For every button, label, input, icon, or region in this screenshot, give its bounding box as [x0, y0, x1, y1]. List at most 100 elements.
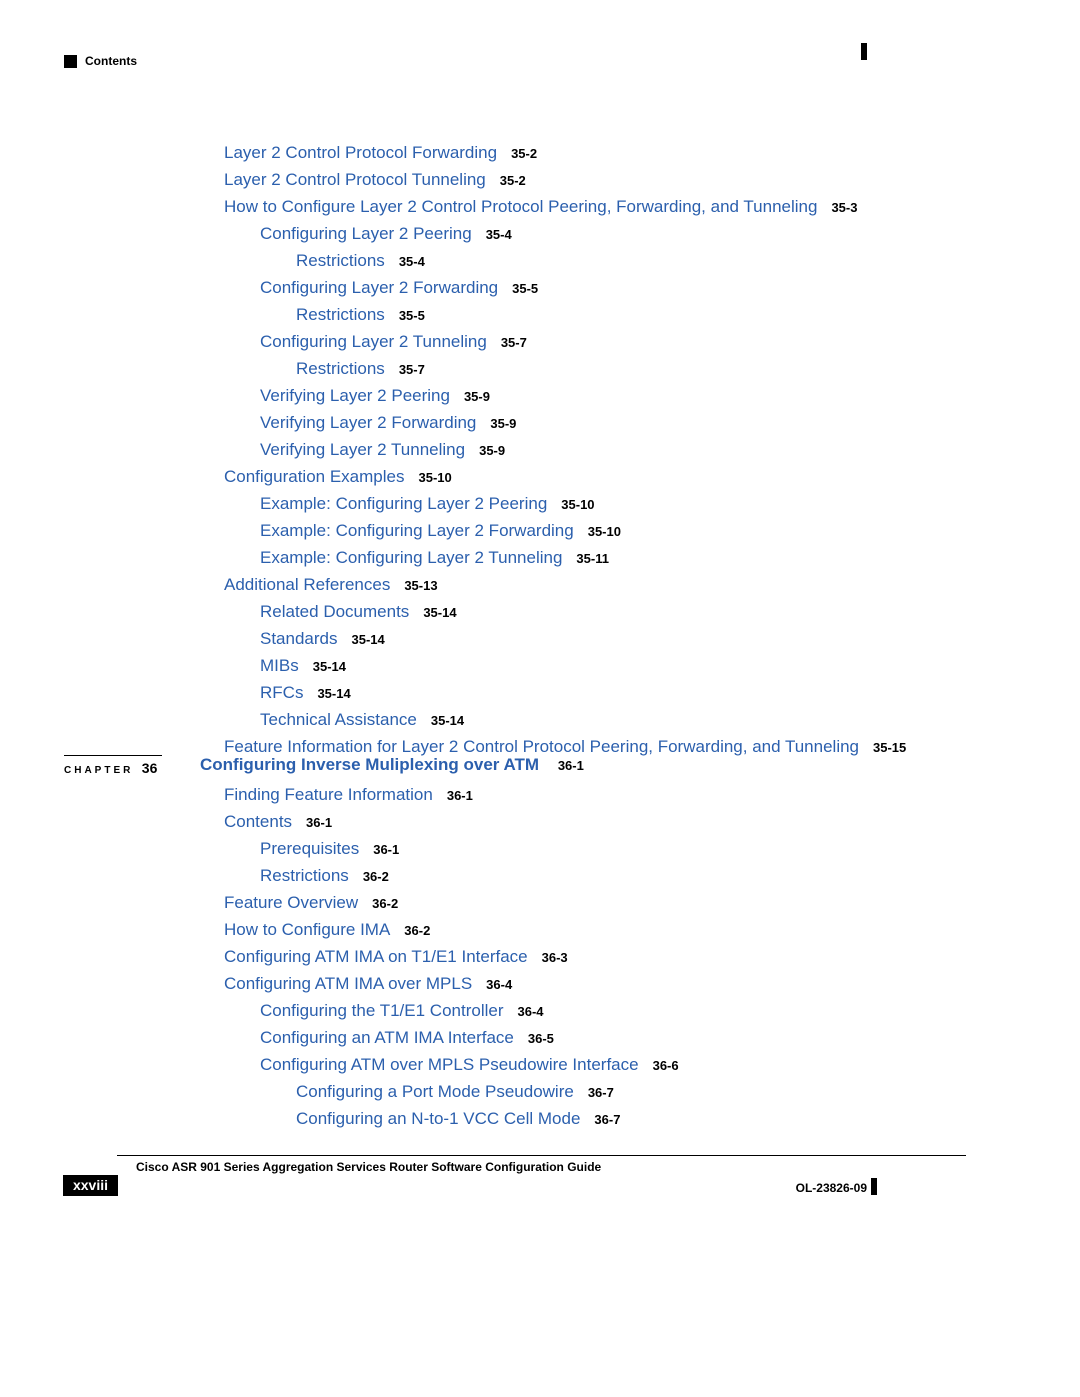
page: Contents Layer 2 Control Protocol Forwar…	[0, 0, 1080, 1397]
toc-link[interactable]: Example: Configuring Layer 2 Peering	[260, 494, 547, 513]
toc-link[interactable]: Standards	[260, 629, 338, 648]
toc-page-ref: 35-5	[512, 281, 538, 296]
toc-entry: Configuring ATM IMA on T1/E1 Interface36…	[224, 944, 984, 971]
toc-link[interactable]: Verifying Layer 2 Forwarding	[260, 413, 476, 432]
footer-doc-number: OL-23826-09	[796, 1181, 867, 1195]
toc-entry: Configuring an ATM IMA Interface 36-5	[224, 1025, 984, 1052]
toc-entry: Configuring ATM over MPLS Pseudowire Int…	[224, 1052, 984, 1079]
toc-entry: Configuration Examples 35-10	[224, 464, 984, 491]
toc-page-ref: 35-14	[431, 713, 464, 728]
toc-link[interactable]: Feature Information for Layer 2 Control …	[224, 737, 859, 756]
toc-entry: Configuring the T1/E1 Controller 36-4	[224, 998, 984, 1025]
toc-entry: Configuring ATM IMA over MPLS36-4	[224, 971, 984, 998]
toc-entry: Configuring a Port Mode Pseudowire 36-7	[224, 1079, 984, 1106]
toc-entry: Restrictions 35-4	[224, 248, 984, 275]
toc-page-ref: 35-9	[490, 416, 516, 431]
toc-entry: Standards 35-14	[224, 626, 984, 653]
running-header: Contents	[64, 54, 137, 68]
chapter-page-ref: 36-1	[558, 758, 584, 773]
toc-page-ref: 36-4	[518, 1004, 544, 1019]
toc-entry: How to Configure Layer 2 Control Protoco…	[224, 194, 984, 221]
toc-entry: Configuring Layer 2 Tunneling 35-7	[224, 329, 984, 356]
toc-link[interactable]: Configuring Layer 2 Tunneling	[260, 332, 487, 351]
toc-link[interactable]: Finding Feature Information	[224, 785, 433, 804]
toc-link[interactable]: Configuring an N-to-1 VCC Cell Mode	[296, 1109, 580, 1128]
toc-entry: Restrictions 35-5	[224, 302, 984, 329]
header-end-mark	[861, 43, 867, 60]
toc-link[interactable]: Example: Configuring Layer 2 Tunneling	[260, 548, 562, 567]
toc-link[interactable]: Configuring an ATM IMA Interface	[260, 1028, 514, 1047]
toc-link[interactable]: Layer 2 Control Protocol Forwarding	[224, 143, 497, 162]
toc-entry: Restrictions 35-7	[224, 356, 984, 383]
footer-end-mark	[871, 1178, 877, 1195]
toc-link[interactable]: Restrictions	[296, 359, 385, 378]
toc-link[interactable]: MIBs	[260, 656, 299, 675]
toc-link[interactable]: How to Configure IMA	[224, 920, 390, 939]
toc-page-ref: 36-1	[306, 815, 332, 830]
toc-entry: Verifying Layer 2 Tunneling35-9	[224, 437, 984, 464]
toc-link[interactable]: Example: Configuring Layer 2 Forwarding	[260, 521, 574, 540]
footer-rule	[117, 1155, 966, 1156]
toc-entry: Technical Assistance 35-14	[224, 707, 984, 734]
toc-page-ref: 35-2	[511, 146, 537, 161]
toc-link[interactable]: Configuring Layer 2 Forwarding	[260, 278, 498, 297]
toc-page-ref: 35-4	[399, 254, 425, 269]
toc-link[interactable]: Prerequisites	[260, 839, 359, 858]
toc-entry: Feature Overview 36-2	[224, 890, 984, 917]
toc-page-ref: 35-14	[352, 632, 385, 647]
toc-link[interactable]: Configuring ATM IMA on T1/E1 Interface	[224, 947, 528, 966]
toc-page-ref: 36-5	[528, 1031, 554, 1046]
toc-link[interactable]: Additional References	[224, 575, 390, 594]
toc-page-ref: 35-15	[873, 740, 906, 755]
footer-page-number: xxviii	[63, 1175, 118, 1196]
toc-link[interactable]: Configuring a Port Mode Pseudowire	[296, 1082, 574, 1101]
toc-entry: Additional References 35-13	[224, 572, 984, 599]
toc-page-ref: 35-7	[399, 362, 425, 377]
toc-link[interactable]: Configuring ATM over MPLS Pseudowire Int…	[260, 1055, 639, 1074]
toc-link[interactable]: Layer 2 Control Protocol Tunneling	[224, 170, 486, 189]
toc-link[interactable]: How to Configure Layer 2 Control Protoco…	[224, 197, 817, 216]
toc-link[interactable]: Related Documents	[260, 602, 409, 621]
toc-page-ref: 36-2	[404, 923, 430, 938]
toc-page-ref: 35-14	[317, 686, 350, 701]
toc-entry: Layer 2 Control Protocol Forwarding 35-2	[224, 140, 984, 167]
chapter-title-link[interactable]: Configuring Inverse Muliplexing over ATM	[200, 755, 539, 774]
toc-link[interactable]: RFCs	[260, 683, 303, 702]
toc-link[interactable]: Restrictions	[296, 251, 385, 270]
toc-link[interactable]: Configuring ATM IMA over MPLS	[224, 974, 472, 993]
toc-link[interactable]: Restrictions	[296, 305, 385, 324]
toc-page-ref: 36-7	[594, 1112, 620, 1127]
toc-entry: Verifying Layer 2 Forwarding 35-9	[224, 410, 984, 437]
toc-link[interactable]: Contents	[224, 812, 292, 831]
toc-link[interactable]: Verifying Layer 2 Peering	[260, 386, 450, 405]
toc-link[interactable]: Configuring the T1/E1 Controller	[260, 1001, 504, 1020]
toc-section-36: Finding Feature Information 36-1 Contents 3…	[224, 782, 984, 1133]
toc-entry: RFCs 35-14	[224, 680, 984, 707]
toc-page-ref: 35-11	[576, 551, 609, 566]
toc-link[interactable]: Feature Overview	[224, 893, 358, 912]
toc-page-ref: 36-2	[372, 896, 398, 911]
toc-link[interactable]: Configuring Layer 2 Peering	[260, 224, 472, 243]
toc-page-ref: 35-7	[501, 335, 527, 350]
toc-link[interactable]: Configuration Examples	[224, 467, 404, 486]
toc-entry: How to Configure IMA 36-2	[224, 917, 984, 944]
footer-doc-title: Cisco ASR 901 Series Aggregation Service…	[136, 1160, 601, 1174]
toc-link[interactable]: Technical Assistance	[260, 710, 417, 729]
toc-link[interactable]: Restrictions	[260, 866, 349, 885]
header-square-icon	[64, 55, 77, 68]
toc-entry: Configuring an N-to-1 VCC Cell Mode 36-7	[224, 1106, 984, 1133]
toc-page-ref: 35-10	[418, 470, 451, 485]
toc-page-ref: 35-13	[404, 578, 437, 593]
toc-page-ref: 35-5	[399, 308, 425, 323]
toc-link[interactable]: Verifying Layer 2 Tunneling	[260, 440, 465, 459]
toc-page-ref: 35-10	[561, 497, 594, 512]
toc-page-ref: 36-7	[588, 1085, 614, 1100]
toc-entry: Example: Configuring Layer 2 Tunneling 35…	[224, 545, 984, 572]
toc-page-ref: 36-1	[447, 788, 473, 803]
toc-page-ref: 36-2	[363, 869, 389, 884]
toc-page-ref: 36-6	[653, 1058, 679, 1073]
toc-entry: MIBs35-14	[224, 653, 984, 680]
toc-page-ref: 35-4	[486, 227, 512, 242]
chapter-number: 36	[142, 760, 158, 776]
toc-entry: Finding Feature Information 36-1	[224, 782, 984, 809]
